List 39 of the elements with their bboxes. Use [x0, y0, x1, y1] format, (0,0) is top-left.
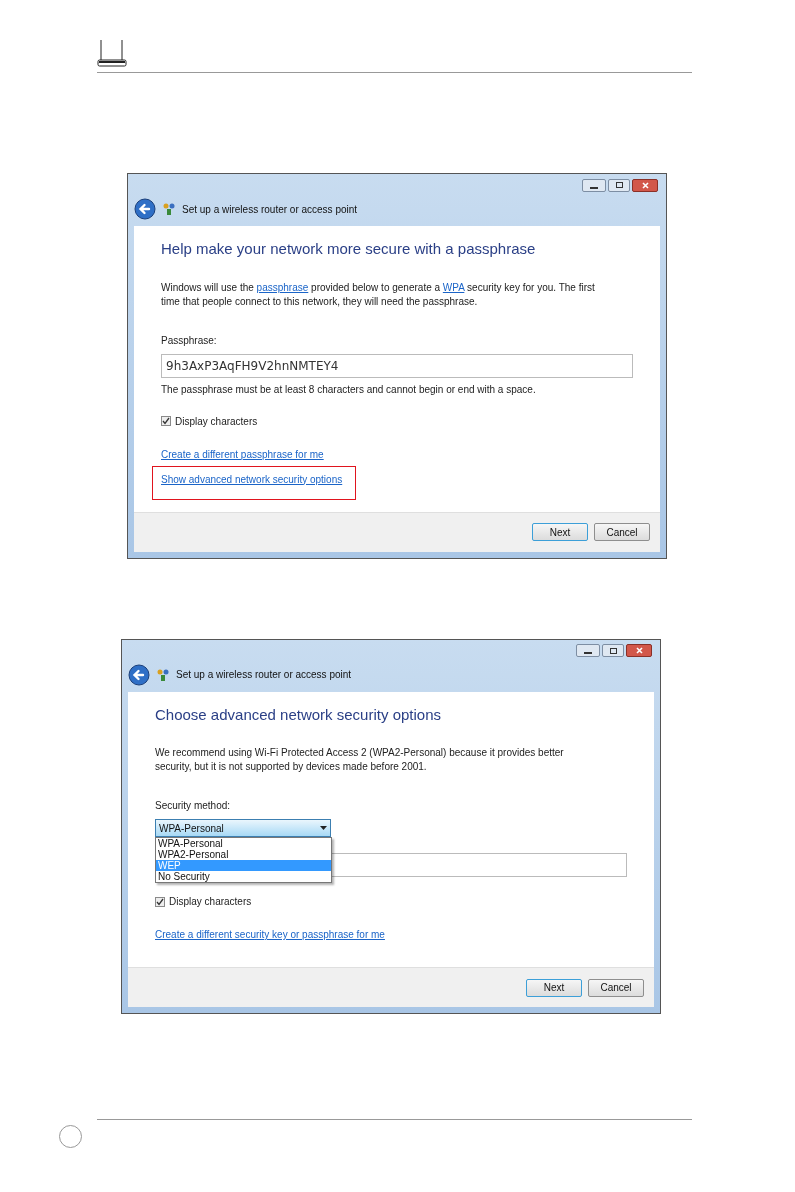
checkbox-label: Display characters [175, 414, 258, 429]
dropdown[interactable]: WPA-Personal [155, 819, 331, 837]
description-text: We recommend using Wi-Fi Protected Access 2 (WPA2-Personal) because it provides better security, but it is not supported by devices made before 2001. [155, 746, 565, 774]
link[interactable]: Create a different security key or passphrase for me [155, 929, 385, 940]
page-heading: Choose advanced network security options [155, 704, 442, 725]
window-title: Set up a wireless router or access point [182, 202, 358, 217]
close-button[interactable] [632, 178, 658, 192]
dropdown-option[interactable]: WPA-Personal [156, 838, 331, 849]
page-heading: Help make your network more secure with a passphrase [161, 239, 537, 259]
router-icon [97, 38, 127, 68]
dialog-button[interactable]: Cancel [588, 978, 644, 997]
field-label: Security method: [155, 799, 232, 813]
inline-link[interactable]: WPA [442, 281, 465, 293]
checkbox-label: Display characters [169, 895, 252, 909]
maximize-button[interactable] [602, 644, 624, 657]
text-field[interactable]: 9h3AxP3AqFH9V2hnNMTEY4 [161, 353, 633, 378]
close-icon [635, 647, 643, 654]
window-title: Set up a wireless router or access point [176, 668, 352, 682]
dropdown-option[interactable]: No Security [156, 871, 331, 882]
link[interactable]: Create a different passphrase for me [161, 448, 324, 460]
hint-text: The passphrase must be at least 8 characters and cannot begin or end with a space. [161, 382, 537, 397]
link[interactable]: Show advanced network security options [161, 473, 343, 485]
field-label: Passphrase: [161, 333, 218, 348]
caret-icon [320, 826, 327, 830]
dialog-button[interactable]: Cancel [594, 523, 650, 541]
maximize-button[interactable] [608, 178, 630, 192]
dialog-button[interactable]: Next [532, 523, 588, 541]
description-text: Windows will use the passphrase provided below to generate a WPA security key for you. The first time that people connect to this network, they will need the passphrase. [161, 280, 596, 309]
checkbox[interactable] [161, 416, 171, 426]
checkbox[interactable] [155, 896, 165, 907]
inline-link[interactable]: passphrase [256, 281, 309, 293]
close-icon [641, 181, 649, 189]
network-icon [156, 667, 170, 682]
minimize-button[interactable] [576, 644, 600, 657]
close-button[interactable] [626, 644, 652, 657]
network-icon [162, 202, 176, 216]
dialog-button[interactable]: Next [526, 978, 582, 997]
dropdown-option[interactable]: WPA2-Personal [156, 849, 331, 860]
minimize-button[interactable] [582, 178, 606, 192]
